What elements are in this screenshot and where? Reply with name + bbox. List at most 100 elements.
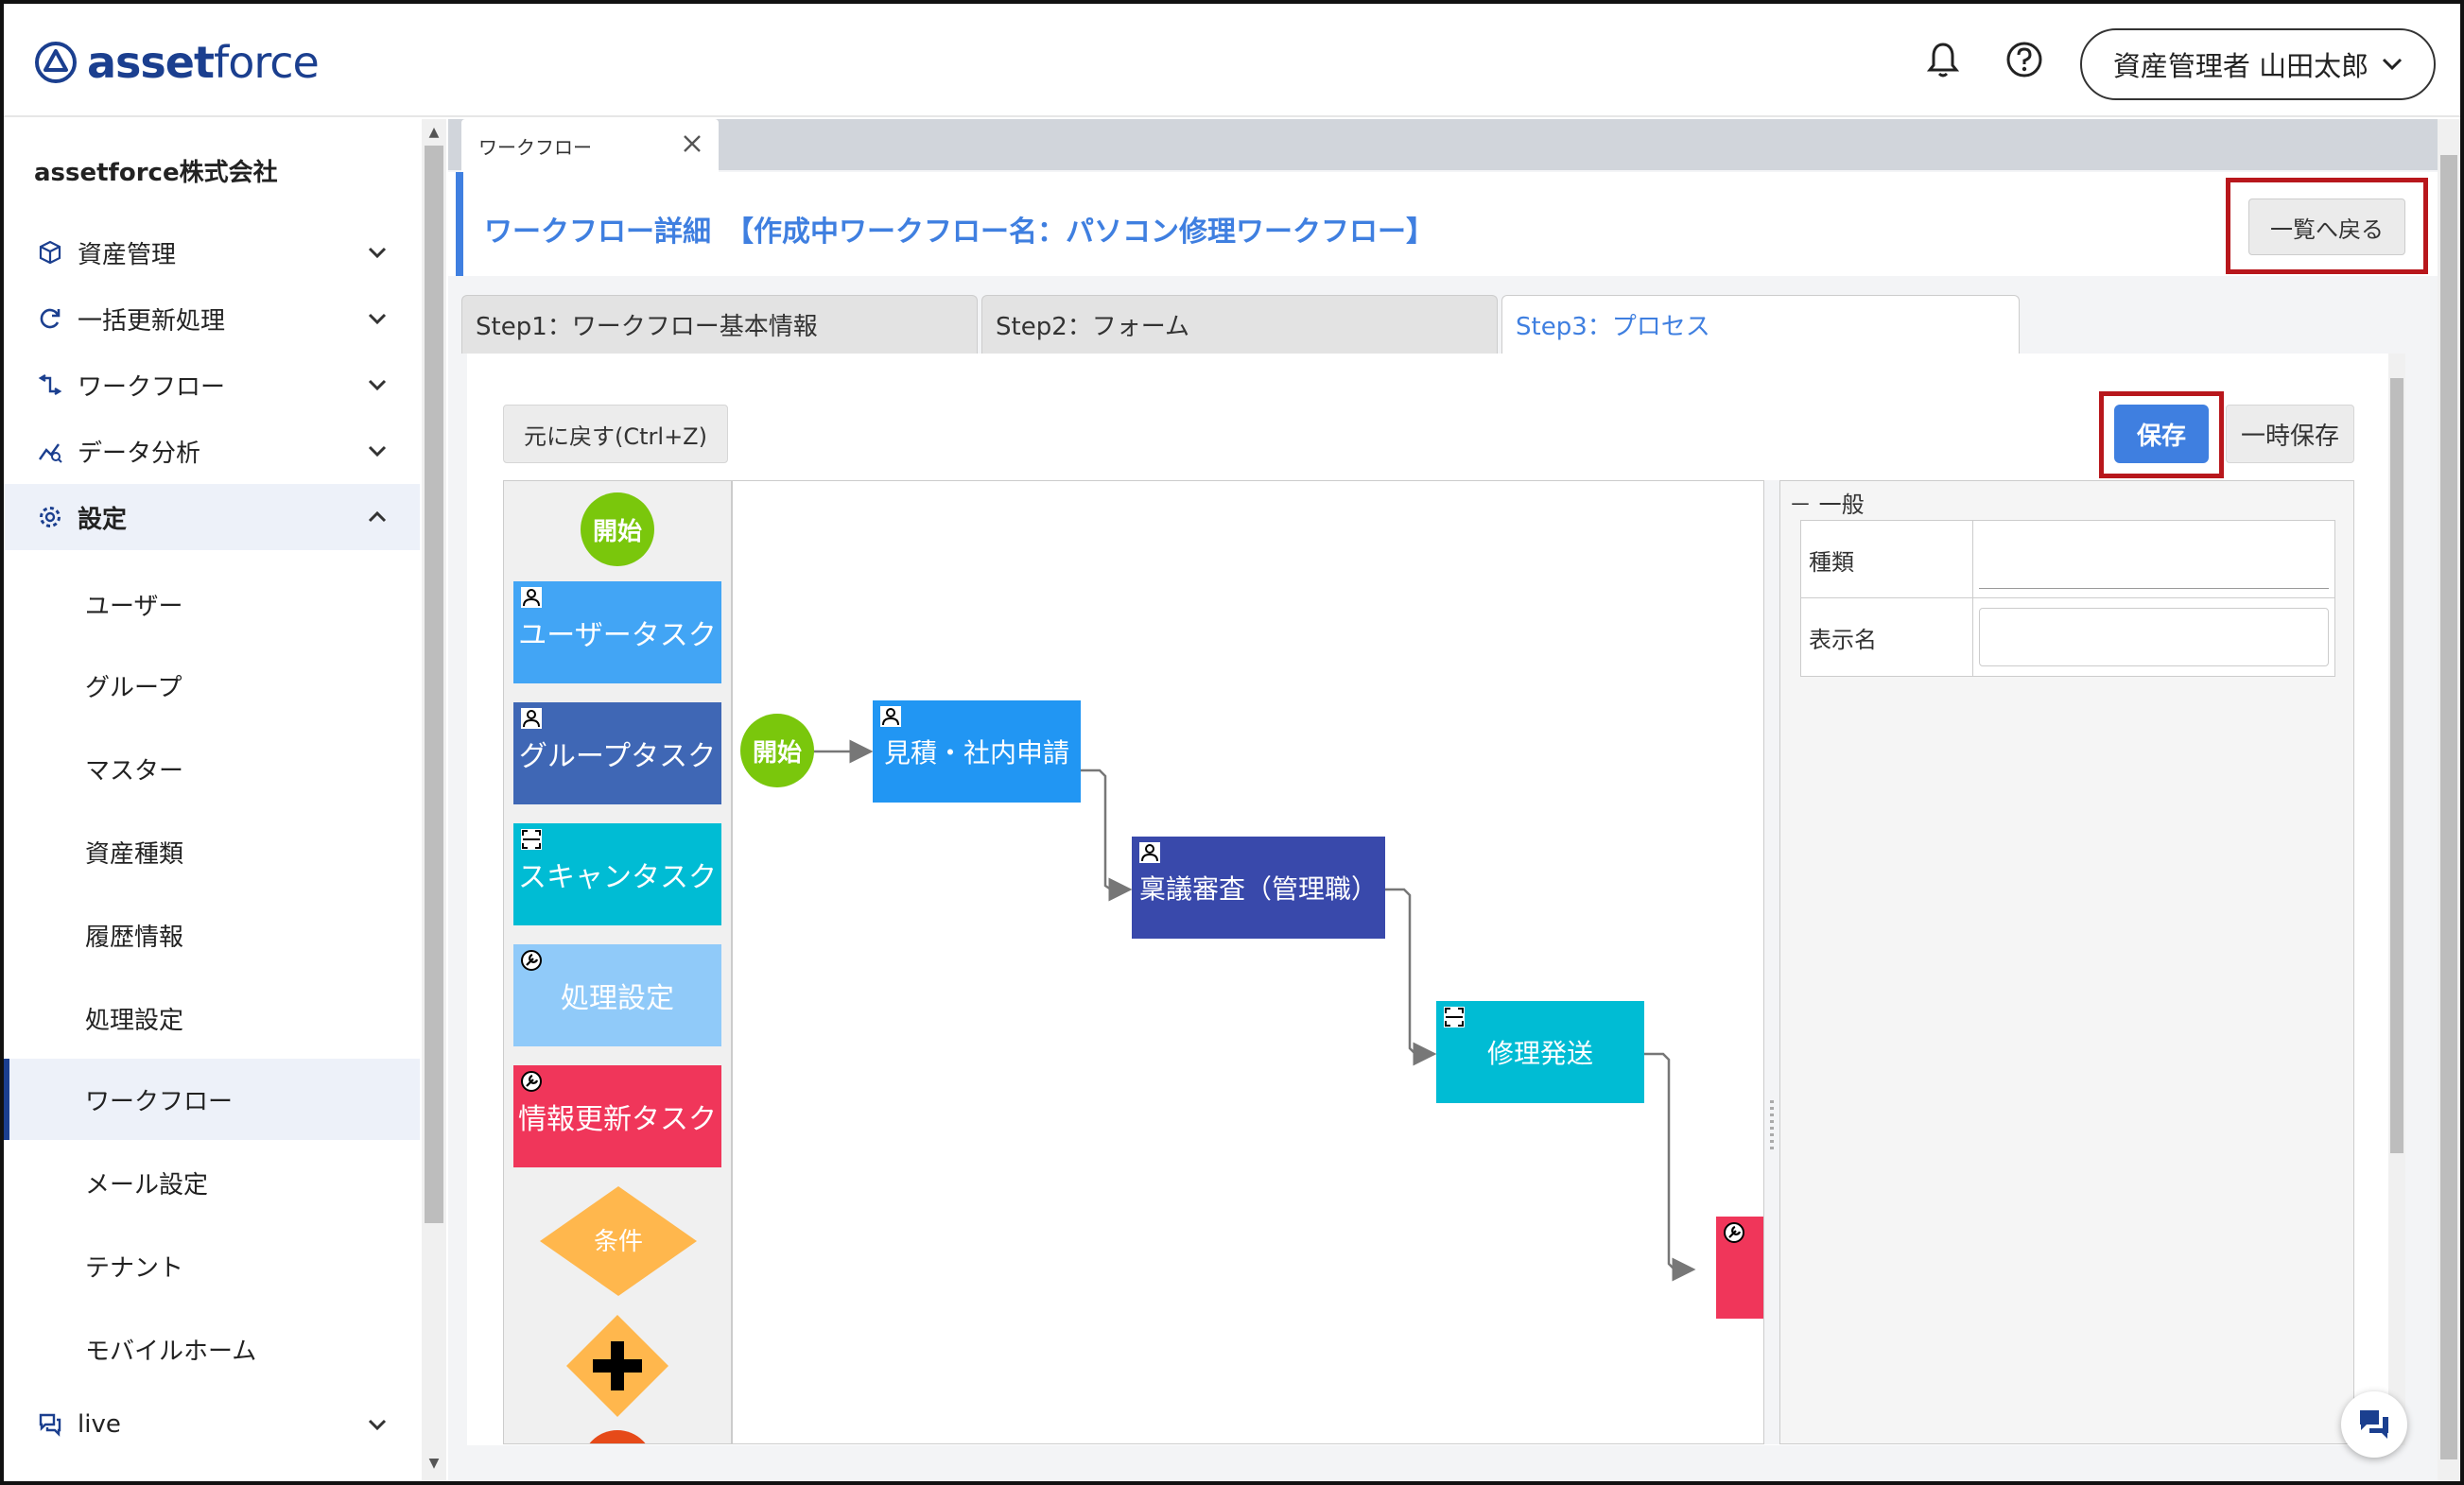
sidebar-sub-process-settings[interactable]: 処理設定 bbox=[4, 977, 420, 1059]
sidebar-item-label: ワークフロー bbox=[78, 372, 226, 402]
sidebar-item-data-analysis[interactable]: データ分析 bbox=[4, 418, 420, 484]
sidebar-sub-tenant[interactable]: テナント bbox=[4, 1225, 420, 1306]
palette-info-update-task[interactable]: 情報更新タスク bbox=[513, 1065, 721, 1167]
user-icon bbox=[521, 587, 542, 608]
splitter-handle[interactable] bbox=[1770, 1100, 1774, 1153]
tab-workflow[interactable]: ワークフロー bbox=[461, 119, 719, 172]
scroll-down-arrow-icon[interactable]: ▼ bbox=[426, 1456, 442, 1471]
sidebar-sub-asset-types[interactable]: 資産種類 bbox=[4, 811, 420, 892]
chat-icon bbox=[39, 1413, 61, 1437]
sidebar-item-label: 資産管理 bbox=[78, 240, 177, 269]
sidebar-sub-workflow[interactable]: ワークフロー bbox=[4, 1059, 420, 1140]
sidebar-scrollbar-thumb[interactable] bbox=[425, 146, 443, 1223]
palette-end-node[interactable] bbox=[581, 1430, 653, 1443]
palette-user-task[interactable]: ユーザータスク bbox=[513, 581, 721, 683]
sidebar-sub-mobile-home[interactable]: モバイルホーム bbox=[4, 1308, 420, 1390]
close-icon[interactable] bbox=[681, 132, 703, 155]
workflow-start-node[interactable]: 開始 bbox=[740, 714, 814, 787]
sidebar-item-workflow[interactable]: ワークフロー bbox=[4, 352, 420, 418]
palette-scan-task[interactable]: スキャンタスク bbox=[513, 823, 721, 925]
property-label: 種類 bbox=[1801, 521, 1973, 598]
scan-icon bbox=[1444, 1007, 1465, 1027]
chevron-down-icon bbox=[368, 247, 387, 259]
cube-icon bbox=[39, 240, 61, 265]
sidebar-sub-label: マスター bbox=[85, 756, 184, 786]
workflow-node-label: 稟議審査（管理職） bbox=[1138, 873, 1378, 905]
sidebar-item-settings[interactable]: 設定 bbox=[4, 484, 420, 550]
sidebar-sub-label: メール設定 bbox=[85, 1170, 209, 1200]
sidebar-sub-users[interactable]: ユーザー bbox=[4, 563, 420, 645]
workflow-icon bbox=[38, 373, 62, 396]
workflow-node-info-update[interactable] bbox=[1716, 1217, 1763, 1319]
connector-lines bbox=[810, 739, 1696, 1282]
group-icon bbox=[521, 708, 542, 729]
scroll-up-arrow-icon[interactable]: ▲ bbox=[426, 125, 442, 140]
page-title: ワークフロー詳細 【作成中ワークフロー名：パソコン修理ワークフロー】 bbox=[484, 216, 1434, 249]
tab-step1[interactable]: Step1：ワークフロー基本情報 bbox=[461, 295, 978, 354]
palette-label: グループタスク bbox=[518, 740, 717, 773]
wrench-icon bbox=[1724, 1222, 1744, 1243]
palette-condition-label: 条件 bbox=[593, 1228, 643, 1256]
editor-scrollbar-thumb[interactable] bbox=[2390, 378, 2403, 1153]
chevron-down-icon bbox=[368, 1419, 387, 1431]
sidebar-sub-label: モバイルホーム bbox=[85, 1337, 257, 1366]
node-palette: 開始 ユーザータスク グループタスク スキャンタスク 処理設定 情報更新タスク … bbox=[503, 480, 732, 1444]
properties-section-header[interactable]: － 一般 bbox=[1789, 486, 1865, 519]
sidebar-item-label: live bbox=[78, 1410, 121, 1439]
sidebar-item-live[interactable]: live bbox=[4, 1391, 420, 1458]
sidebar-item-bulk-update[interactable]: 一括更新処理 bbox=[4, 285, 420, 352]
bell-icon[interactable] bbox=[1921, 38, 1965, 81]
section-title: 一般 bbox=[1818, 492, 1865, 518]
palette-parallel-gateway[interactable] bbox=[564, 1313, 670, 1419]
analytics-icon bbox=[39, 443, 62, 463]
chevron-down-icon bbox=[368, 379, 387, 391]
gear-icon bbox=[40, 507, 61, 527]
sidebar-sub-groups[interactable]: グループ bbox=[4, 645, 420, 726]
chevron-up-icon bbox=[368, 510, 387, 523]
palette-label: 処理設定 bbox=[561, 982, 674, 1015]
display-name-field[interactable] bbox=[1979, 608, 2329, 666]
logo-text: assetforce bbox=[87, 37, 320, 88]
collapse-icon: － bbox=[1789, 492, 1819, 518]
help-icon[interactable] bbox=[2003, 38, 2046, 81]
workflow-node-repair-ship[interactable]: 修理発送 bbox=[1436, 1001, 1644, 1103]
property-row-display-name: 表示名 bbox=[1801, 598, 2334, 676]
sidebar: assetforce株式会社 資産管理 一括更新処理 ワークフロー データ分析 … bbox=[4, 119, 420, 1481]
chat-icon bbox=[2360, 1410, 2388, 1439]
panel-splitter[interactable] bbox=[1764, 480, 1779, 1444]
sidebar-sub-mail-settings[interactable]: メール設定 bbox=[4, 1142, 420, 1223]
sidebar-sub-history[interactable]: 履歴情報 bbox=[4, 894, 420, 976]
property-label: 表示名 bbox=[1801, 598, 1973, 676]
sidebar-item-asset-management[interactable]: 資産管理 bbox=[4, 219, 420, 285]
workflow-canvas[interactable]: 開始 見積・社内申請 稟議審査（管理職） 修理発送 bbox=[732, 480, 1764, 1444]
highlight-box bbox=[2099, 391, 2224, 478]
undo-button[interactable]: 元に戻す(Ctrl+Z) bbox=[503, 405, 728, 463]
chat-support-button[interactable] bbox=[2341, 1391, 2407, 1458]
property-row-type: 種類 bbox=[1801, 521, 2334, 598]
logo[interactable]: assetforce bbox=[34, 34, 320, 91]
palette-label: スキャンタスク bbox=[518, 861, 717, 894]
logo-mark-icon bbox=[35, 42, 77, 83]
document-tab-bar bbox=[448, 119, 2439, 170]
workflow-node-approval[interactable]: 稟議審査（管理職） bbox=[1132, 837, 1385, 939]
palette-group-task[interactable]: グループタスク bbox=[513, 702, 721, 804]
user-menu-button[interactable]: 資産管理者 山田太郎 bbox=[2080, 28, 2436, 100]
palette-start-node[interactable]: 開始 bbox=[581, 492, 654, 566]
tab-step2[interactable]: Step2：フォーム bbox=[981, 295, 1498, 354]
sidebar-sub-master[interactable]: マスター bbox=[4, 728, 420, 809]
sidebar-sub-label: ユーザー bbox=[85, 592, 183, 621]
type-field[interactable] bbox=[1979, 530, 2329, 589]
page-scrollbar-thumb[interactable] bbox=[2440, 155, 2457, 1459]
tab-step3[interactable]: Step3：プロセス bbox=[1501, 295, 2020, 354]
refresh-icon bbox=[40, 308, 61, 329]
top-header: assetforce 資産管理者 山田太郎 bbox=[4, 4, 2460, 117]
sidebar-sub-label: 資産種類 bbox=[85, 839, 184, 869]
workflow-node-label: 修理発送 bbox=[1486, 1038, 1593, 1069]
highlight-box bbox=[2226, 178, 2428, 274]
workflow-node-estimate[interactable]: 見積・社内申請 bbox=[873, 700, 1081, 803]
palette-process-setting[interactable]: 処理設定 bbox=[513, 944, 721, 1046]
sidebar-sub-label: グループ bbox=[85, 673, 182, 702]
temp-save-button[interactable]: 一時保存 bbox=[2226, 405, 2354, 463]
palette-label: 情報更新タスク bbox=[518, 1103, 717, 1136]
wrench-icon bbox=[521, 950, 542, 971]
